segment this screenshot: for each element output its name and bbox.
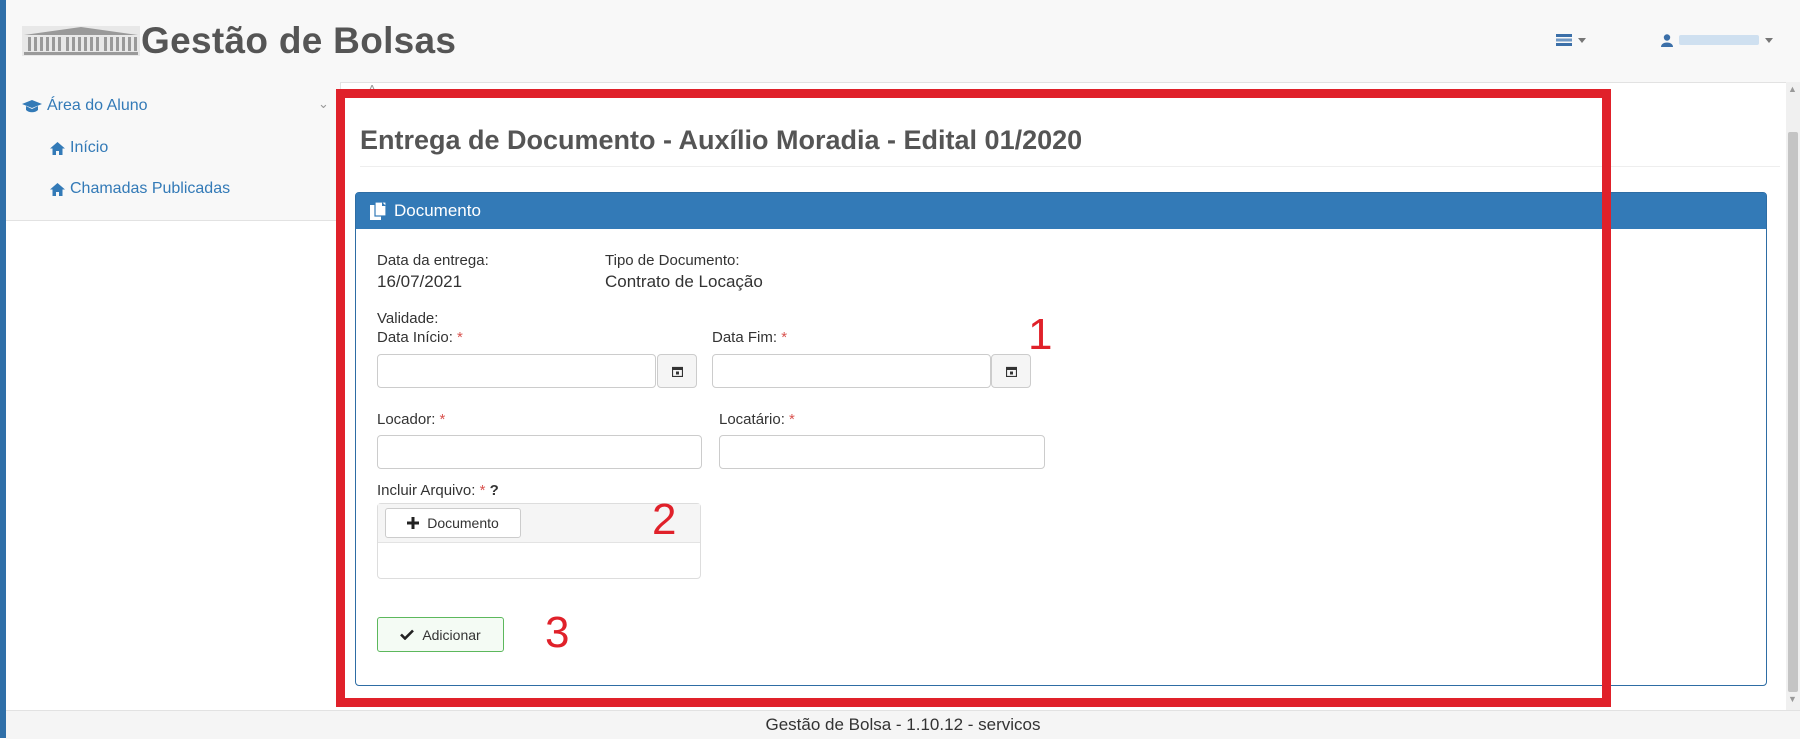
sidebar-item-label: Início bbox=[70, 139, 109, 156]
chevron-down-icon[interactable]: ⌄ bbox=[318, 96, 329, 112]
list-menu-icon bbox=[1556, 34, 1572, 46]
annotation-number-1: 1 bbox=[1028, 310, 1053, 359]
sidebar-item-label: Chamadas Publicadas bbox=[70, 180, 231, 197]
home-icon bbox=[50, 182, 65, 196]
chevron-down-icon bbox=[1578, 37, 1586, 43]
footer: Gestão de Bolsa - 1.10.12 - servicos bbox=[6, 710, 1800, 739]
app-title[interactable]: Gestão de Bolsas bbox=[141, 20, 456, 62]
annotation-number-3: 3 bbox=[545, 608, 570, 657]
user-dropdown-button[interactable] bbox=[1661, 32, 1773, 48]
building-columns-icon bbox=[22, 26, 140, 56]
graduation-cap-icon bbox=[22, 99, 42, 112]
footer-version-text: Gestão de Bolsa - 1.10.12 - servicos bbox=[765, 715, 1041, 734]
vertical-scrollbar[interactable]: ▲ ▼ bbox=[1786, 82, 1800, 710]
sidebar-item-inicio[interactable]: Início bbox=[50, 139, 108, 157]
scroll-up-arrow-icon[interactable]: ▲ bbox=[1788, 84, 1797, 94]
annotation-highlight-box bbox=[336, 89, 1611, 707]
user-name-redacted bbox=[1679, 35, 1759, 45]
sidebar-item-chamadas-publicadas[interactable]: Chamadas Publicadas bbox=[50, 180, 230, 198]
scroll-down-arrow-icon[interactable]: ▼ bbox=[1788, 694, 1797, 704]
scrollbar-thumb[interactable] bbox=[1788, 132, 1798, 692]
menu-dropdown-button[interactable] bbox=[1556, 32, 1586, 48]
sidebar: Área do Aluno ⌄ Início Chamadas Publicad… bbox=[6, 82, 341, 221]
top-navbar: Gestão de Bolsas bbox=[6, 0, 1800, 83]
sidebar-section-area-do-aluno[interactable]: Área do Aluno bbox=[22, 97, 148, 115]
home-icon bbox=[50, 141, 65, 155]
sidebar-section-label: Área do Aluno bbox=[47, 97, 148, 114]
annotation-number-2: 2 bbox=[652, 495, 677, 544]
chevron-down-icon bbox=[1765, 37, 1773, 43]
user-icon bbox=[1661, 33, 1673, 47]
